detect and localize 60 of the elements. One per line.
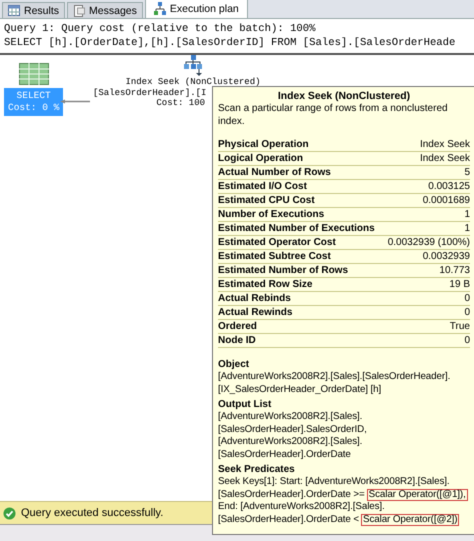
index-seek-icon[interactable] xyxy=(183,55,203,77)
property-value: 0 xyxy=(464,292,470,305)
property-name: Estimated CPU Cost xyxy=(218,194,315,207)
plan-icon xyxy=(154,2,166,16)
section-text: End: [AdventureWorks2008R2].[Sales]. xyxy=(218,501,385,514)
property-name: Estimated Number of Rows xyxy=(218,264,348,277)
section-text: [SalesOrderHeader].SalesOrderID, xyxy=(218,424,367,436)
property-name: Actual Number of Rows xyxy=(218,166,331,179)
property-name: Estimated Subtree Cost xyxy=(218,250,331,263)
property-value: 0 xyxy=(464,334,470,347)
grid-icon xyxy=(8,5,20,16)
success-check-icon xyxy=(3,506,16,520)
document-icon xyxy=(73,4,86,16)
section-heading: Seek Predicates xyxy=(218,463,296,476)
property-value: 10.773 xyxy=(439,264,470,277)
property-value: 1 xyxy=(464,222,470,235)
section-text: Seek Keys[1]: Start: [AdventureWorks2008R2].[Sales]. xyxy=(218,476,450,488)
property-name: Estimated Row Size xyxy=(218,278,312,291)
section-text: [AdventureWorks2008R2].[Sales].[SalesOrderHeader]. xyxy=(218,371,450,384)
property-value: 0.003125 xyxy=(428,180,470,193)
tab[interactable]: Execution plan xyxy=(144,0,248,18)
property-name: Node ID xyxy=(218,334,256,347)
property-value: 0.0032939 xyxy=(422,250,470,263)
property-value: True xyxy=(450,320,470,333)
property-name: Logical Operation xyxy=(218,152,304,165)
tab[interactable]: Results xyxy=(2,2,66,18)
property-name: Physical Operation xyxy=(218,138,309,151)
tooltip-title: Index Seek (NonClustered) xyxy=(276,90,412,103)
section-text: [IX_SalesOrderHeader_OrderDate] [h] xyxy=(218,384,382,396)
section-text: [SalesOrderHeader].OrderDate >= xyxy=(218,488,365,501)
section-text: [AdventureWorks2008R2].[Sales]. xyxy=(218,436,362,448)
status-message: Query executed successfully. xyxy=(21,507,164,519)
section-text: [SalesOrderHeader].OrderDate xyxy=(218,448,351,461)
section-text: [AdventureWorks2008R2].[Sales]. xyxy=(218,411,362,424)
highlighted-text: Scalar Operator([@1]), xyxy=(366,488,468,501)
query-text: SELECT [h].[OrderDate],[h].[SalesOrderID] FROM [Sales].[SalesOrderHeade xyxy=(4,36,456,50)
connector-arrow xyxy=(60,99,90,104)
property-value: 0.0032939 (100%) xyxy=(388,236,470,249)
query-text: Query 1: Query cost (relative to the batch): 100% xyxy=(4,22,317,36)
tab[interactable]: Messages xyxy=(67,2,143,18)
property-value: 0.0001689 xyxy=(422,194,470,207)
property-name: Estimated Operator Cost xyxy=(218,236,336,249)
property-name: Estimated I/O Cost xyxy=(218,180,307,193)
highlighted-text: Scalar Operator([@2]) xyxy=(361,514,460,526)
property-name: Ordered xyxy=(218,320,257,333)
tooltip-description: Scan a particular range of rows from a nonclustered index. xyxy=(218,103,449,128)
property-value: 1 xyxy=(464,208,470,221)
property-name: Actual Rebinds xyxy=(218,292,291,305)
property-value: 19 B xyxy=(449,278,470,291)
section-heading: Object xyxy=(218,358,250,371)
property-value: 0 xyxy=(464,306,470,319)
property-value: Index Seek xyxy=(420,138,470,151)
table-icon[interactable] xyxy=(18,63,49,85)
section-heading: Output List xyxy=(218,398,272,411)
property-value: 5 xyxy=(464,166,470,179)
property-name: Actual Rewinds xyxy=(218,306,292,319)
property-name: Number of Executions xyxy=(218,208,324,221)
property-name: Estimated Number of Executions xyxy=(218,222,375,235)
property-value: Index Seek xyxy=(420,152,470,165)
section-text: [SalesOrderHeader].OrderDate < xyxy=(218,514,360,526)
